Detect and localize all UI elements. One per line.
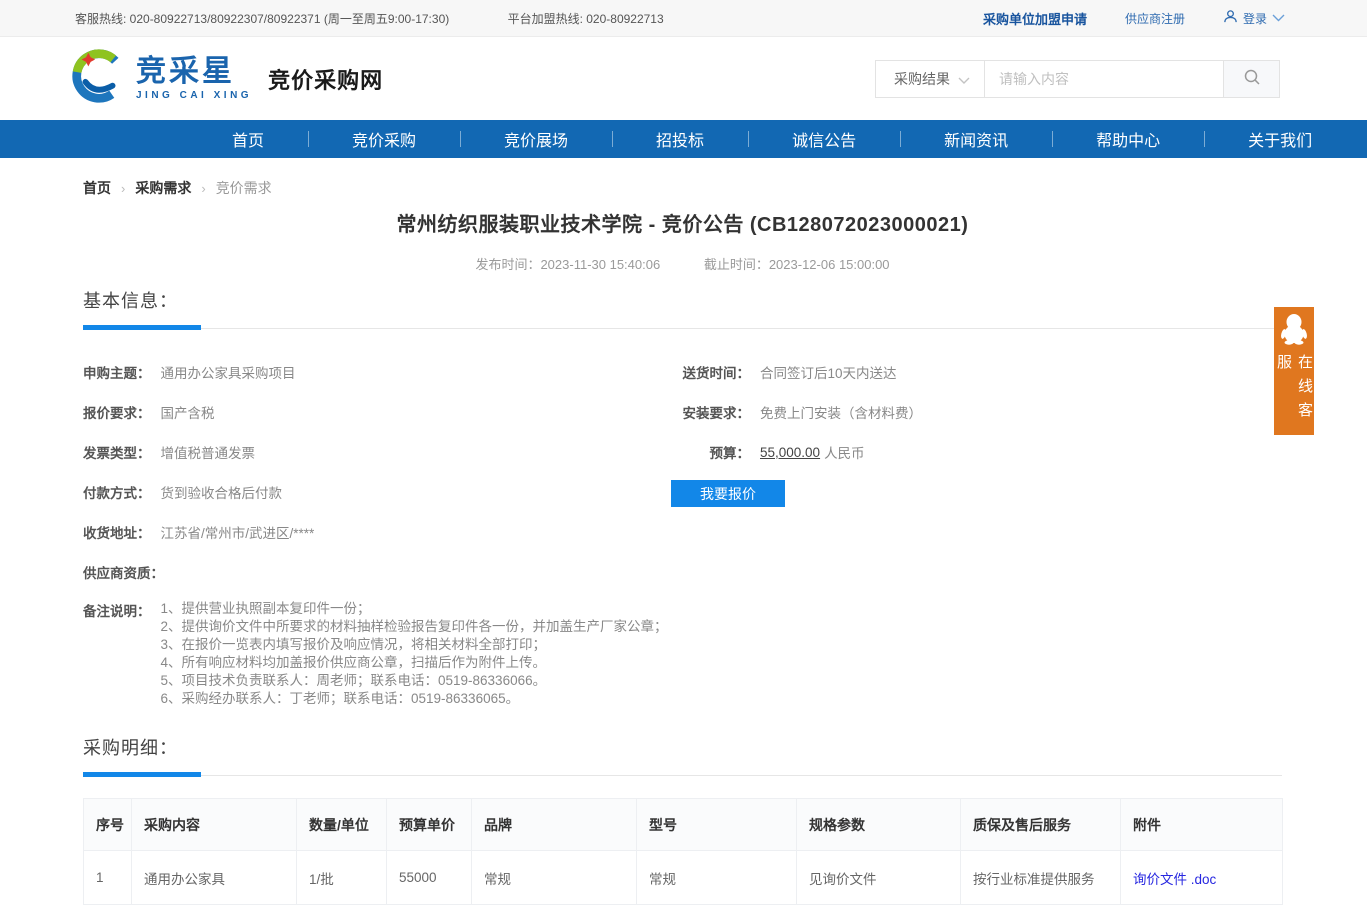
- field-invoice-type: 发票类型： 增值税普通发票: [83, 432, 668, 472]
- budget-amount: 55,000.00: [760, 445, 820, 460]
- field-subject: 申购主题： 通用办公家具采购项目: [83, 352, 668, 392]
- main-nav: 首页 竞价采购 竞价展场 招投标 诚信公告 新闻资讯 帮助中心 关于我们: [0, 120, 1367, 158]
- col-specs: 规格参数: [797, 799, 961, 851]
- cell-warranty-service: 按行业标准提供服务: [961, 851, 1121, 905]
- breadcrumb-separator: ›: [201, 181, 205, 196]
- field-installation-requirement: 安装要求： 免费上门安装（含材料费）: [668, 392, 1282, 432]
- nav-item-news[interactable]: 新闻资讯: [900, 120, 1052, 158]
- main-content: 首页 › 采购需求 › 竞价需求 常州纺织服装职业技术学院 - 竞价公告 (CB…: [83, 178, 1282, 905]
- online-service-tab[interactable]: 在线客服: [1274, 307, 1314, 435]
- breadcrumb-home[interactable]: 首页: [83, 178, 111, 198]
- breadcrumb: 首页 › 采购需求 › 竞价需求: [83, 178, 1282, 198]
- remark-item: 5、项目技术负责联系人：周老师；联系电话：0519-86336066。: [161, 672, 668, 690]
- site-name: 竞价采购网: [268, 63, 383, 95]
- hotline-group: 客服热线: 020-80922713/80922307/80922371 (周一…: [75, 10, 719, 27]
- nav-item-tenders[interactable]: 招投标: [612, 120, 748, 158]
- cell-seq: 1: [84, 851, 132, 905]
- brand-name-cn: 竞采星: [136, 57, 252, 87]
- page-title: 常州纺织服装职业技术学院 - 竞价公告 (CB128072023000021): [83, 208, 1282, 237]
- nav-item-integrity-notice[interactable]: 诚信公告: [748, 120, 900, 158]
- table-row: 1 通用办公家具 1/批 55000 常规 常规 见询价文件 按行业标准提供服务…: [84, 851, 1283, 905]
- remark-item: 2、提供询价文件中所要求的材料抽样检验报告复印件各一份，并加盖生产厂家公章；: [161, 618, 668, 636]
- nav-item-about-us[interactable]: 关于我们: [1204, 120, 1356, 158]
- col-warranty-service: 质保及售后服务: [961, 799, 1121, 851]
- top-utility-bar: 客服热线: 020-80922713/80922307/80922371 (周一…: [0, 0, 1367, 37]
- breadcrumb-separator: ›: [121, 181, 125, 196]
- nav-item-bidding-purchase[interactable]: 竞价采购: [308, 120, 460, 158]
- basic-info-section-title: 基本信息：: [83, 287, 1282, 313]
- publish-time: 发布时间：2023-11-30 15:40:06: [475, 257, 660, 272]
- col-attachment: 附件: [1121, 799, 1283, 851]
- search-bar: 采购结果: [875, 60, 1280, 98]
- table-header-row: 序号 采购内容 数量/单位 预算单价 品牌 型号 规格参数 质保及售后服务 附件: [84, 799, 1283, 851]
- col-seq: 序号: [84, 799, 132, 851]
- login-button[interactable]: 登录: [1223, 9, 1285, 27]
- quote-now-button[interactable]: 我要报价: [671, 480, 785, 507]
- supplier-register-link[interactable]: 供应商注册: [1125, 10, 1185, 27]
- remark-list: 1、提供营业执照副本复印件一份； 2、提供询价文件中所要求的材料抽样检验报告复印…: [161, 600, 668, 708]
- nav-item-help-center[interactable]: 帮助中心: [1052, 120, 1204, 158]
- cell-model: 常规: [637, 851, 797, 905]
- brand-text: 竞采星 JING CAI XING: [136, 57, 252, 101]
- brand-name-en: JING CAI XING: [136, 91, 252, 101]
- search-input[interactable]: [985, 61, 1223, 97]
- cell-brand: 常规: [472, 851, 637, 905]
- online-service-label: 在线客服: [1273, 354, 1315, 435]
- budget-currency: 人民币: [824, 442, 865, 462]
- breadcrumb-current: 竞价需求: [216, 178, 272, 198]
- service-hotline: 客服热线: 020-80922713/80922307/80922371 (周一…: [75, 12, 449, 26]
- nav-item-bidding-hall[interactable]: 竞价展场: [460, 120, 612, 158]
- col-brand: 品牌: [472, 799, 637, 851]
- breadcrumb-purchase-demand[interactable]: 采购需求: [135, 178, 191, 198]
- cell-content: 通用办公家具: [132, 851, 297, 905]
- section-divider: [83, 772, 1282, 777]
- chevron-down-icon: [1272, 11, 1285, 25]
- chevron-down-icon: [958, 71, 970, 87]
- deadline-time: 截止时间：2023-12-06 15:00:00: [704, 257, 890, 272]
- field-quote-requirement: 报价要求： 国产含税: [83, 392, 668, 432]
- platform-hotline: 平台加盟热线: 020-80922713: [508, 12, 664, 26]
- col-content: 采购内容: [132, 799, 297, 851]
- remark-item: 6、采购经办联系人：丁老师；联系电话：0519-86336065。: [161, 690, 668, 708]
- remark-item: 3、在报价一览表内填写报价及响应情况，将相关材料全部打印；: [161, 636, 668, 654]
- field-budget: 预算： 55,000.00 人民币: [668, 432, 1282, 472]
- user-icon: [1223, 9, 1238, 27]
- remark-item: 4、所有响应材料均加盖报价供应商公章，扫描后作为附件上传。: [161, 654, 668, 672]
- field-delivery-time: 送货时间： 合同签订后10天内送达: [668, 352, 1282, 392]
- search-category-value: 采购结果: [894, 69, 950, 89]
- qq-icon: [1280, 313, 1308, 350]
- col-budget-unit-price: 预算单价: [387, 799, 472, 851]
- site-header: 竞采星 JING CAI XING 竞价采购网 采购结果: [0, 37, 1367, 120]
- col-model: 型号: [637, 799, 797, 851]
- field-delivery-address: 收货地址： 江苏省/常州市/武进区/****: [83, 512, 668, 552]
- notice-times: 发布时间：2023-11-30 15:40:06 截止时间：2023-12-06…: [83, 254, 1282, 273]
- logo-icon: [68, 45, 130, 112]
- purchaser-join-link[interactable]: 采购单位加盟申请: [983, 9, 1087, 28]
- cell-specs: 见询价文件: [797, 851, 961, 905]
- basic-info-grid: 申购主题： 通用办公家具采购项目 报价要求： 国产含税 发票类型： 增值税普通发…: [83, 352, 1282, 708]
- search-button[interactable]: [1223, 61, 1279, 97]
- cell-quantity-unit: 1/批: [297, 851, 387, 905]
- attachment-link[interactable]: 询价文件 .doc: [1133, 872, 1216, 887]
- field-payment-method: 付款方式： 货到验收合格后付款: [83, 472, 668, 512]
- col-quantity-unit: 数量/单位: [297, 799, 387, 851]
- remark-item: 1、提供营业执照副本复印件一份；: [161, 600, 668, 618]
- field-remarks: 备注说明： 1、提供营业执照副本复印件一份； 2、提供询价文件中所要求的材料抽样…: [83, 600, 668, 708]
- detail-section-title: 采购明细：: [83, 734, 1282, 760]
- login-label: 登录: [1243, 10, 1267, 27]
- section-divider: [83, 325, 1282, 330]
- purchase-detail-table: 序号 采购内容 数量/单位 预算单价 品牌 型号 规格参数 质保及售后服务 附件…: [83, 798, 1283, 905]
- cell-budget-unit-price: 55000: [387, 851, 472, 905]
- search-icon: [1243, 68, 1261, 89]
- brand[interactable]: 竞采星 JING CAI XING 竞价采购网: [68, 45, 383, 112]
- field-supplier-qualification: 供应商资质：: [83, 552, 668, 592]
- nav-item-home[interactable]: 首页: [188, 120, 308, 158]
- search-category-dropdown[interactable]: 采购结果: [876, 61, 985, 97]
